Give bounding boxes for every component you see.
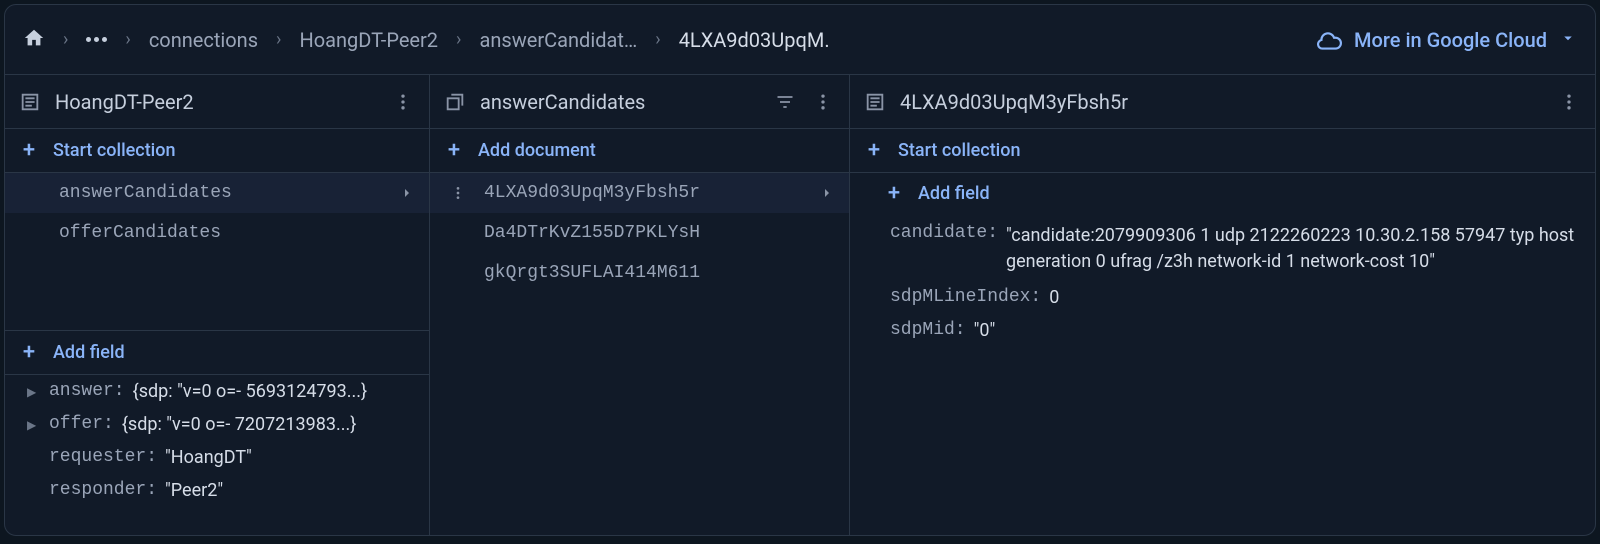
document-id-label: Da4DTrKvZ155D7PKLYsH [484, 223, 835, 243]
add-document-label: Add document [478, 140, 596, 161]
field-value: "candidate:2079909306 1 udp 2122260223 1… [1006, 223, 1581, 275]
breadcrumb-item[interactable]: HoangDT-Peer2 [299, 28, 438, 52]
document-icon [19, 91, 41, 113]
plus-icon: + [19, 340, 39, 365]
item-menu-icon[interactable] [450, 185, 466, 201]
document-id-label: 4LXA9d03UpqM3yFbsh5r [484, 183, 809, 203]
panel-title: 4LXA9d03UpqM3yFbsh5r [900, 90, 1543, 114]
collection-item[interactable]: answerCandidates [5, 173, 429, 213]
field-key: sdpMid: [890, 320, 966, 340]
more-in-cloud-link[interactable]: More in Google Cloud [1316, 27, 1577, 53]
chevron-right-icon: › [125, 29, 130, 50]
chevron-right-icon [399, 185, 415, 201]
field-key: offer: [49, 414, 114, 434]
field-key: sdpMLineIndex: [890, 287, 1041, 307]
spacer [5, 253, 429, 331]
field-value: "HoangDT" [165, 447, 252, 468]
document-panel: HoangDT-Peer2 + Start collection answerC… [5, 75, 430, 535]
document-list-item[interactable]: gkQrgt3SUFLAI414M611 [430, 253, 849, 293]
field-row[interactable]: ▶ answer: {sdp: "v=0 o=- 5693124793...} [5, 375, 429, 408]
document-detail-panel: 4LXA9d03UpqM3yFbsh5r + Start collection … [850, 75, 1595, 535]
collection-item[interactable]: offerCandidates [5, 213, 429, 253]
panel-title: answerCandidates [480, 90, 759, 114]
chevron-right-icon: › [276, 29, 281, 50]
plus-icon: + [19, 138, 39, 163]
start-collection-button[interactable]: + Start collection [850, 129, 1595, 173]
expand-icon[interactable]: ▶ [27, 381, 41, 399]
add-field-label: Add field [53, 342, 125, 363]
collection-panel: answerCandidates + Add document 4LXA9d03… [430, 75, 850, 535]
panel-menu-button[interactable] [391, 90, 415, 114]
field-key: requester: [49, 447, 157, 467]
panel-title: HoangDT-Peer2 [55, 90, 377, 114]
document-list-item[interactable]: 4LXA9d03UpqM3yFbsh5r [430, 173, 849, 213]
field-value: 0 [1049, 287, 1059, 308]
expand-icon [27, 480, 41, 498]
chevron-down-icon [1559, 28, 1577, 52]
start-collection-label: Start collection [53, 140, 176, 161]
document-list-item[interactable]: Da4DTrKvZ155D7PKLYsH [430, 213, 849, 253]
field-row[interactable]: sdpMLineIndex: 0 [850, 281, 1595, 314]
chevron-right-icon: › [63, 29, 68, 50]
expand-icon[interactable]: ▶ [27, 414, 41, 432]
start-collection-button[interactable]: + Start collection [5, 129, 429, 173]
field-row[interactable]: requester: "HoangDT" [5, 441, 429, 474]
chevron-right-icon [819, 185, 835, 201]
document-icon [864, 91, 886, 113]
chevron-right-icon: › [456, 29, 461, 50]
field-value: {sdp: "v=0 o=- 7207213983...} [122, 414, 356, 435]
breadcrumb-item[interactable]: answerCandidat… [479, 28, 637, 52]
more-in-cloud-label: More in Google Cloud [1354, 28, 1547, 52]
expand-icon [27, 447, 41, 465]
panel-menu-button[interactable] [1557, 90, 1581, 114]
field-row[interactable]: candidate: "candidate:2079909306 1 udp 2… [850, 217, 1595, 281]
field-key: answer: [49, 381, 125, 401]
chevron-right-icon: › [655, 29, 660, 50]
collection-label: answerCandidates [59, 183, 389, 203]
field-key: responder: [49, 480, 157, 500]
breadcrumb-item[interactable]: connections [149, 28, 258, 52]
field-value: "Peer2" [165, 480, 223, 501]
field-row[interactable]: sdpMid: "0" [850, 314, 1595, 347]
plus-icon: + [444, 138, 464, 163]
filter-button[interactable] [773, 90, 797, 114]
plus-icon: + [864, 138, 884, 163]
collection-icon [444, 91, 466, 113]
breadcrumb-current: 4LXA9d03UpqM. [679, 28, 830, 52]
field-value: {sdp: "v=0 o=- 5693124793...} [133, 381, 367, 402]
add-field-label: Add field [918, 183, 990, 204]
plus-icon: + [884, 181, 904, 206]
add-field-button[interactable]: + Add field [5, 331, 429, 375]
field-row[interactable]: responder: "Peer2" [5, 474, 429, 507]
home-icon[interactable] [23, 27, 45, 53]
panel-menu-button[interactable] [811, 90, 835, 114]
field-value: "0" [974, 320, 996, 341]
document-id-label: gkQrgt3SUFLAI414M611 [484, 263, 835, 283]
field-key: candidate: [890, 223, 998, 243]
add-field-button[interactable]: + Add field [850, 173, 1595, 213]
collection-label: offerCandidates [59, 223, 415, 243]
cloud-icon [1316, 27, 1342, 53]
start-collection-label: Start collection [898, 140, 1021, 161]
overflow-icon[interactable] [86, 37, 107, 42]
add-document-button[interactable]: + Add document [430, 129, 849, 173]
field-row[interactable]: ▶ offer: {sdp: "v=0 o=- 7207213983...} [5, 408, 429, 441]
breadcrumb-bar: › › connections › HoangDT-Peer2 › answer… [5, 5, 1595, 75]
